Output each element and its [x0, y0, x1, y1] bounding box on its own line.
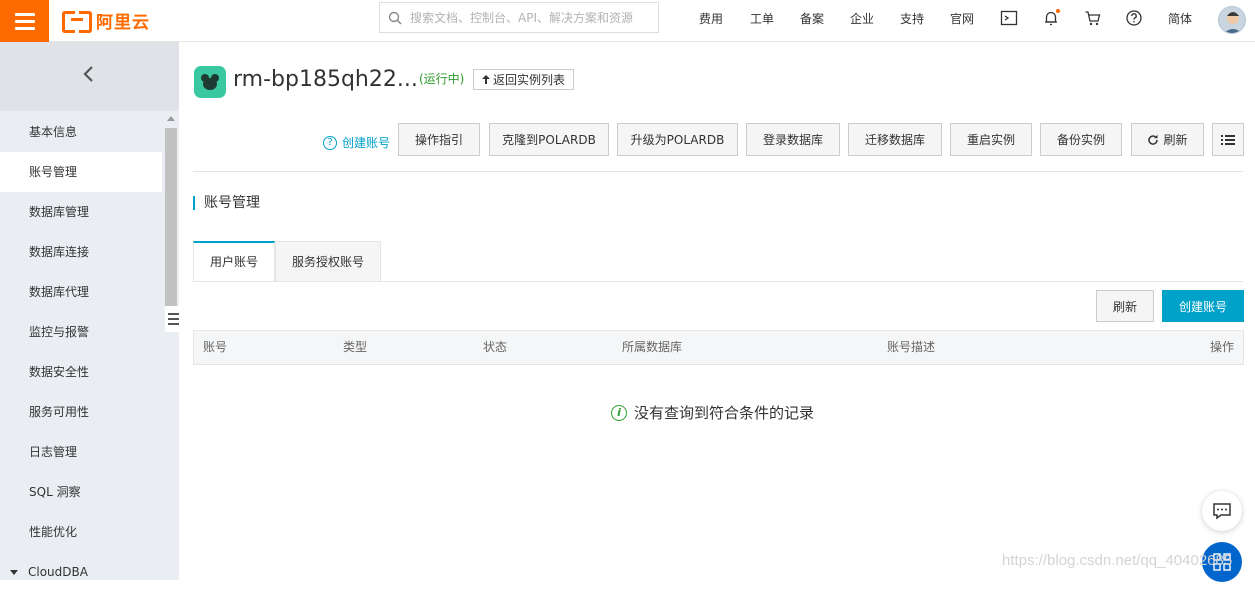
column-account: 账号: [203, 340, 228, 354]
question-icon: ?: [323, 135, 337, 150]
sidebar-item-monitoring-alerts[interactable]: 监控与报警: [0, 312, 162, 352]
list-view-button[interactable]: [1212, 123, 1244, 156]
chat-float-button[interactable]: [1202, 491, 1242, 531]
sidebar-item-database-connection[interactable]: 数据库连接: [0, 232, 162, 272]
list-icon: [1221, 134, 1235, 145]
create-account-link[interactable]: ? 创建账号: [323, 134, 390, 151]
operation-guide-button[interactable]: 操作指引: [398, 123, 480, 156]
empty-state: i 没有查询到符合条件的记录: [611, 402, 814, 423]
logo-text: 阿里云: [96, 12, 150, 33]
top-bar: 阿里云 费用 工单 备案 企业 支持 官网 简体: [0, 0, 1255, 42]
nav-ticket[interactable]: 工单: [750, 0, 774, 36]
toolbar-divider: [193, 171, 1243, 172]
notification-dot: [1056, 9, 1060, 13]
nav-enterprise[interactable]: 企业: [850, 0, 874, 36]
search-box[interactable]: [379, 2, 659, 33]
instance-status: (运行中): [419, 72, 465, 86]
nav-support[interactable]: 支持: [900, 0, 924, 36]
arrow-up-icon: [482, 75, 490, 84]
sidebar: 基本信息 账号管理 数据库管理 数据库连接 数据库代理 监控与报警 数据安全性 …: [0, 42, 179, 580]
info-icon: i: [611, 404, 627, 421]
main-content: rm-bp185qh22... (运行中) 返回实例列表 ? 创建账号 操作指引…: [179, 42, 1255, 580]
sidebar-item-log-management[interactable]: 日志管理: [0, 432, 162, 472]
search-input[interactable]: [410, 10, 650, 25]
sidebar-item-basic-info[interactable]: 基本信息: [0, 112, 162, 152]
restart-instance-button[interactable]: 重启实例: [950, 123, 1032, 156]
section-title: 账号管理: [193, 196, 260, 210]
caret-down-icon: [10, 570, 18, 575]
create-account-button[interactable]: 创建账号: [1162, 290, 1244, 322]
scrollbar-thumb[interactable]: [165, 128, 177, 313]
sidebar-item-database-proxy[interactable]: 数据库代理: [0, 272, 162, 312]
sidebar-item-performance-optimization[interactable]: 性能优化: [0, 512, 162, 552]
upgrade-to-polardb-button[interactable]: 升级为POLARDB: [617, 123, 738, 156]
nav-official-site[interactable]: 官网: [950, 0, 974, 36]
sidebar-item-data-security[interactable]: 数据安全性: [0, 352, 162, 392]
sidebar-group-clouddba[interactable]: CloudDBA: [0, 552, 162, 592]
table-header: 账号 类型 状态 所属数据库 账号描述 操作: [193, 330, 1244, 365]
scroll-up-arrow-icon[interactable]: [167, 116, 175, 121]
instance-name: rm-bp185qh22...: [233, 67, 418, 92]
column-database: 所属数据库: [622, 340, 683, 354]
aliyun-logo-icon: [62, 11, 92, 33]
refresh-label: 刷新: [1163, 133, 1188, 147]
sidebar-item-account-management[interactable]: 账号管理: [0, 152, 162, 192]
account-tabs: 用户账号 服务授权账号: [193, 241, 382, 281]
nav-icp[interactable]: 备案: [800, 0, 824, 36]
sidebar-item-sql-insight[interactable]: SQL 洞察: [0, 472, 162, 512]
create-account-link-label: 创建账号: [342, 136, 391, 150]
chat-icon: [1213, 503, 1231, 520]
backup-instance-button[interactable]: 备份实例: [1040, 123, 1122, 156]
terminal-icon[interactable]: [1000, 9, 1018, 27]
watermark: https://blog.csdn.net/qq_40402685: [1002, 552, 1233, 569]
rds-instance-icon: [194, 66, 226, 98]
menu-icon[interactable]: [0, 0, 49, 42]
language-switch[interactable]: 简体: [1168, 0, 1192, 36]
back-to-instance-list-label: 返回实例列表: [493, 73, 566, 87]
search-icon: [388, 11, 402, 24]
tabs-divider: [193, 281, 1243, 282]
empty-state-text: 没有查询到符合条件的记录: [634, 404, 815, 422]
sidebar-group-label: CloudDBA: [28, 565, 88, 579]
clone-to-polardb-button[interactable]: 克隆到POLARDB: [489, 123, 609, 156]
column-status: 状态: [483, 340, 508, 354]
back-arrow-icon[interactable]: [79, 64, 99, 84]
tab-user-accounts[interactable]: 用户账号: [193, 241, 276, 281]
cart-icon[interactable]: [1084, 9, 1102, 27]
sidebar-scrollbar[interactable]: [163, 112, 179, 580]
help-icon[interactable]: [1125, 9, 1143, 27]
migrate-database-button[interactable]: 迁移数据库: [848, 123, 942, 156]
column-description: 账号描述: [887, 340, 936, 354]
login-database-button[interactable]: 登录数据库: [746, 123, 840, 156]
notification-bell-icon[interactable]: [1042, 9, 1060, 27]
logo[interactable]: 阿里云: [62, 9, 150, 33]
sidebar-collapse-icon[interactable]: [165, 306, 179, 332]
refresh-button[interactable]: 刷新: [1131, 123, 1204, 156]
column-actions: 操作: [1209, 340, 1234, 354]
back-to-instance-list-button[interactable]: 返回实例列表: [473, 69, 575, 90]
tab-service-authorized-accounts[interactable]: 服务授权账号: [275, 241, 382, 281]
table-refresh-button[interactable]: 刷新: [1096, 290, 1154, 322]
sidebar-item-database-management[interactable]: 数据库管理: [0, 192, 162, 232]
avatar[interactable]: [1218, 6, 1246, 34]
sidebar-menu: 基本信息 账号管理 数据库管理 数据库连接 数据库代理 监控与报警 数据安全性 …: [0, 112, 162, 592]
refresh-icon: [1148, 134, 1159, 145]
sidebar-header: [0, 42, 179, 111]
nav-billing[interactable]: 费用: [699, 0, 723, 36]
column-type: 类型: [343, 340, 368, 354]
sidebar-item-service-availability[interactable]: 服务可用性: [0, 392, 162, 432]
